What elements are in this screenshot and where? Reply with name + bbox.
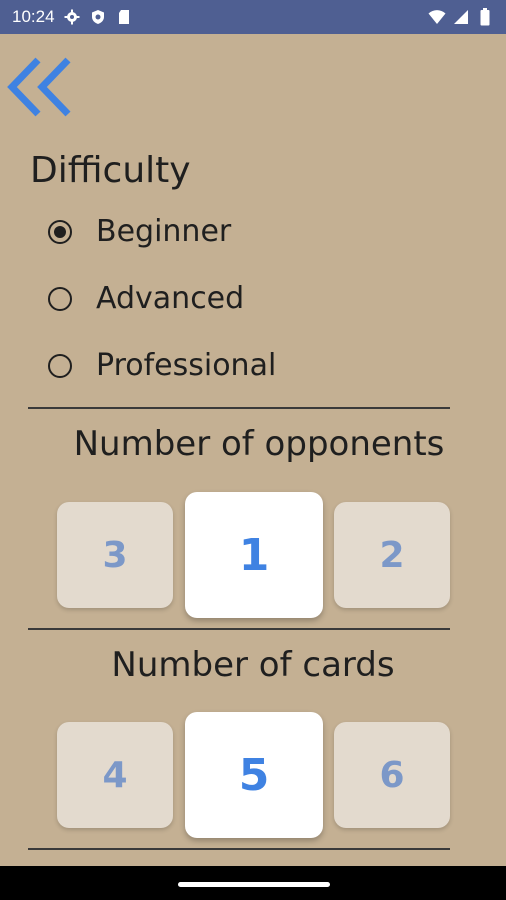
radio-button[interactable] (48, 353, 72, 378)
radio-button[interactable] (48, 286, 72, 311)
cards-option-selected[interactable]: 5 (185, 712, 323, 838)
home-indicator[interactable] (178, 882, 330, 887)
opponents-option-selected[interactable]: 1 (185, 492, 323, 618)
status-icons-left (63, 8, 133, 26)
radio-advanced[interactable]: Advanced (48, 281, 244, 316)
wifi-icon (428, 8, 446, 26)
battery-icon (476, 8, 494, 26)
status-time: 10:24 (12, 7, 55, 26)
cards-title: Number of cards (111, 645, 395, 685)
cards-option-right[interactable]: 6 (334, 722, 450, 828)
status-bar: 10:24 (0, 0, 506, 34)
divider (28, 848, 450, 850)
radio-professional[interactable]: Professional (48, 348, 276, 383)
gear-icon (63, 8, 81, 26)
sd-card-icon (115, 8, 133, 26)
opponents-option-left[interactable]: 3 (57, 502, 173, 608)
opponents-option-right[interactable]: 2 (334, 502, 450, 608)
radio-label: Beginner (96, 214, 232, 249)
signal-icon (452, 8, 470, 26)
cards-option-left[interactable]: 4 (57, 722, 173, 828)
radio-beginner[interactable]: Beginner (48, 214, 231, 249)
difficulty-title: Difficulty (30, 150, 191, 191)
status-icons-right (428, 8, 494, 26)
opponents-title: Number of opponents (73, 424, 445, 464)
shield-icon (89, 8, 107, 26)
radio-dot (54, 225, 66, 238)
back-button[interactable] (6, 54, 76, 120)
divider (28, 628, 450, 630)
radio-label: Professional (96, 348, 277, 383)
radio-button-selected[interactable] (48, 219, 72, 244)
radio-label: Advanced (96, 281, 245, 316)
divider (28, 407, 450, 409)
double-chevron-left-icon (7, 57, 71, 117)
